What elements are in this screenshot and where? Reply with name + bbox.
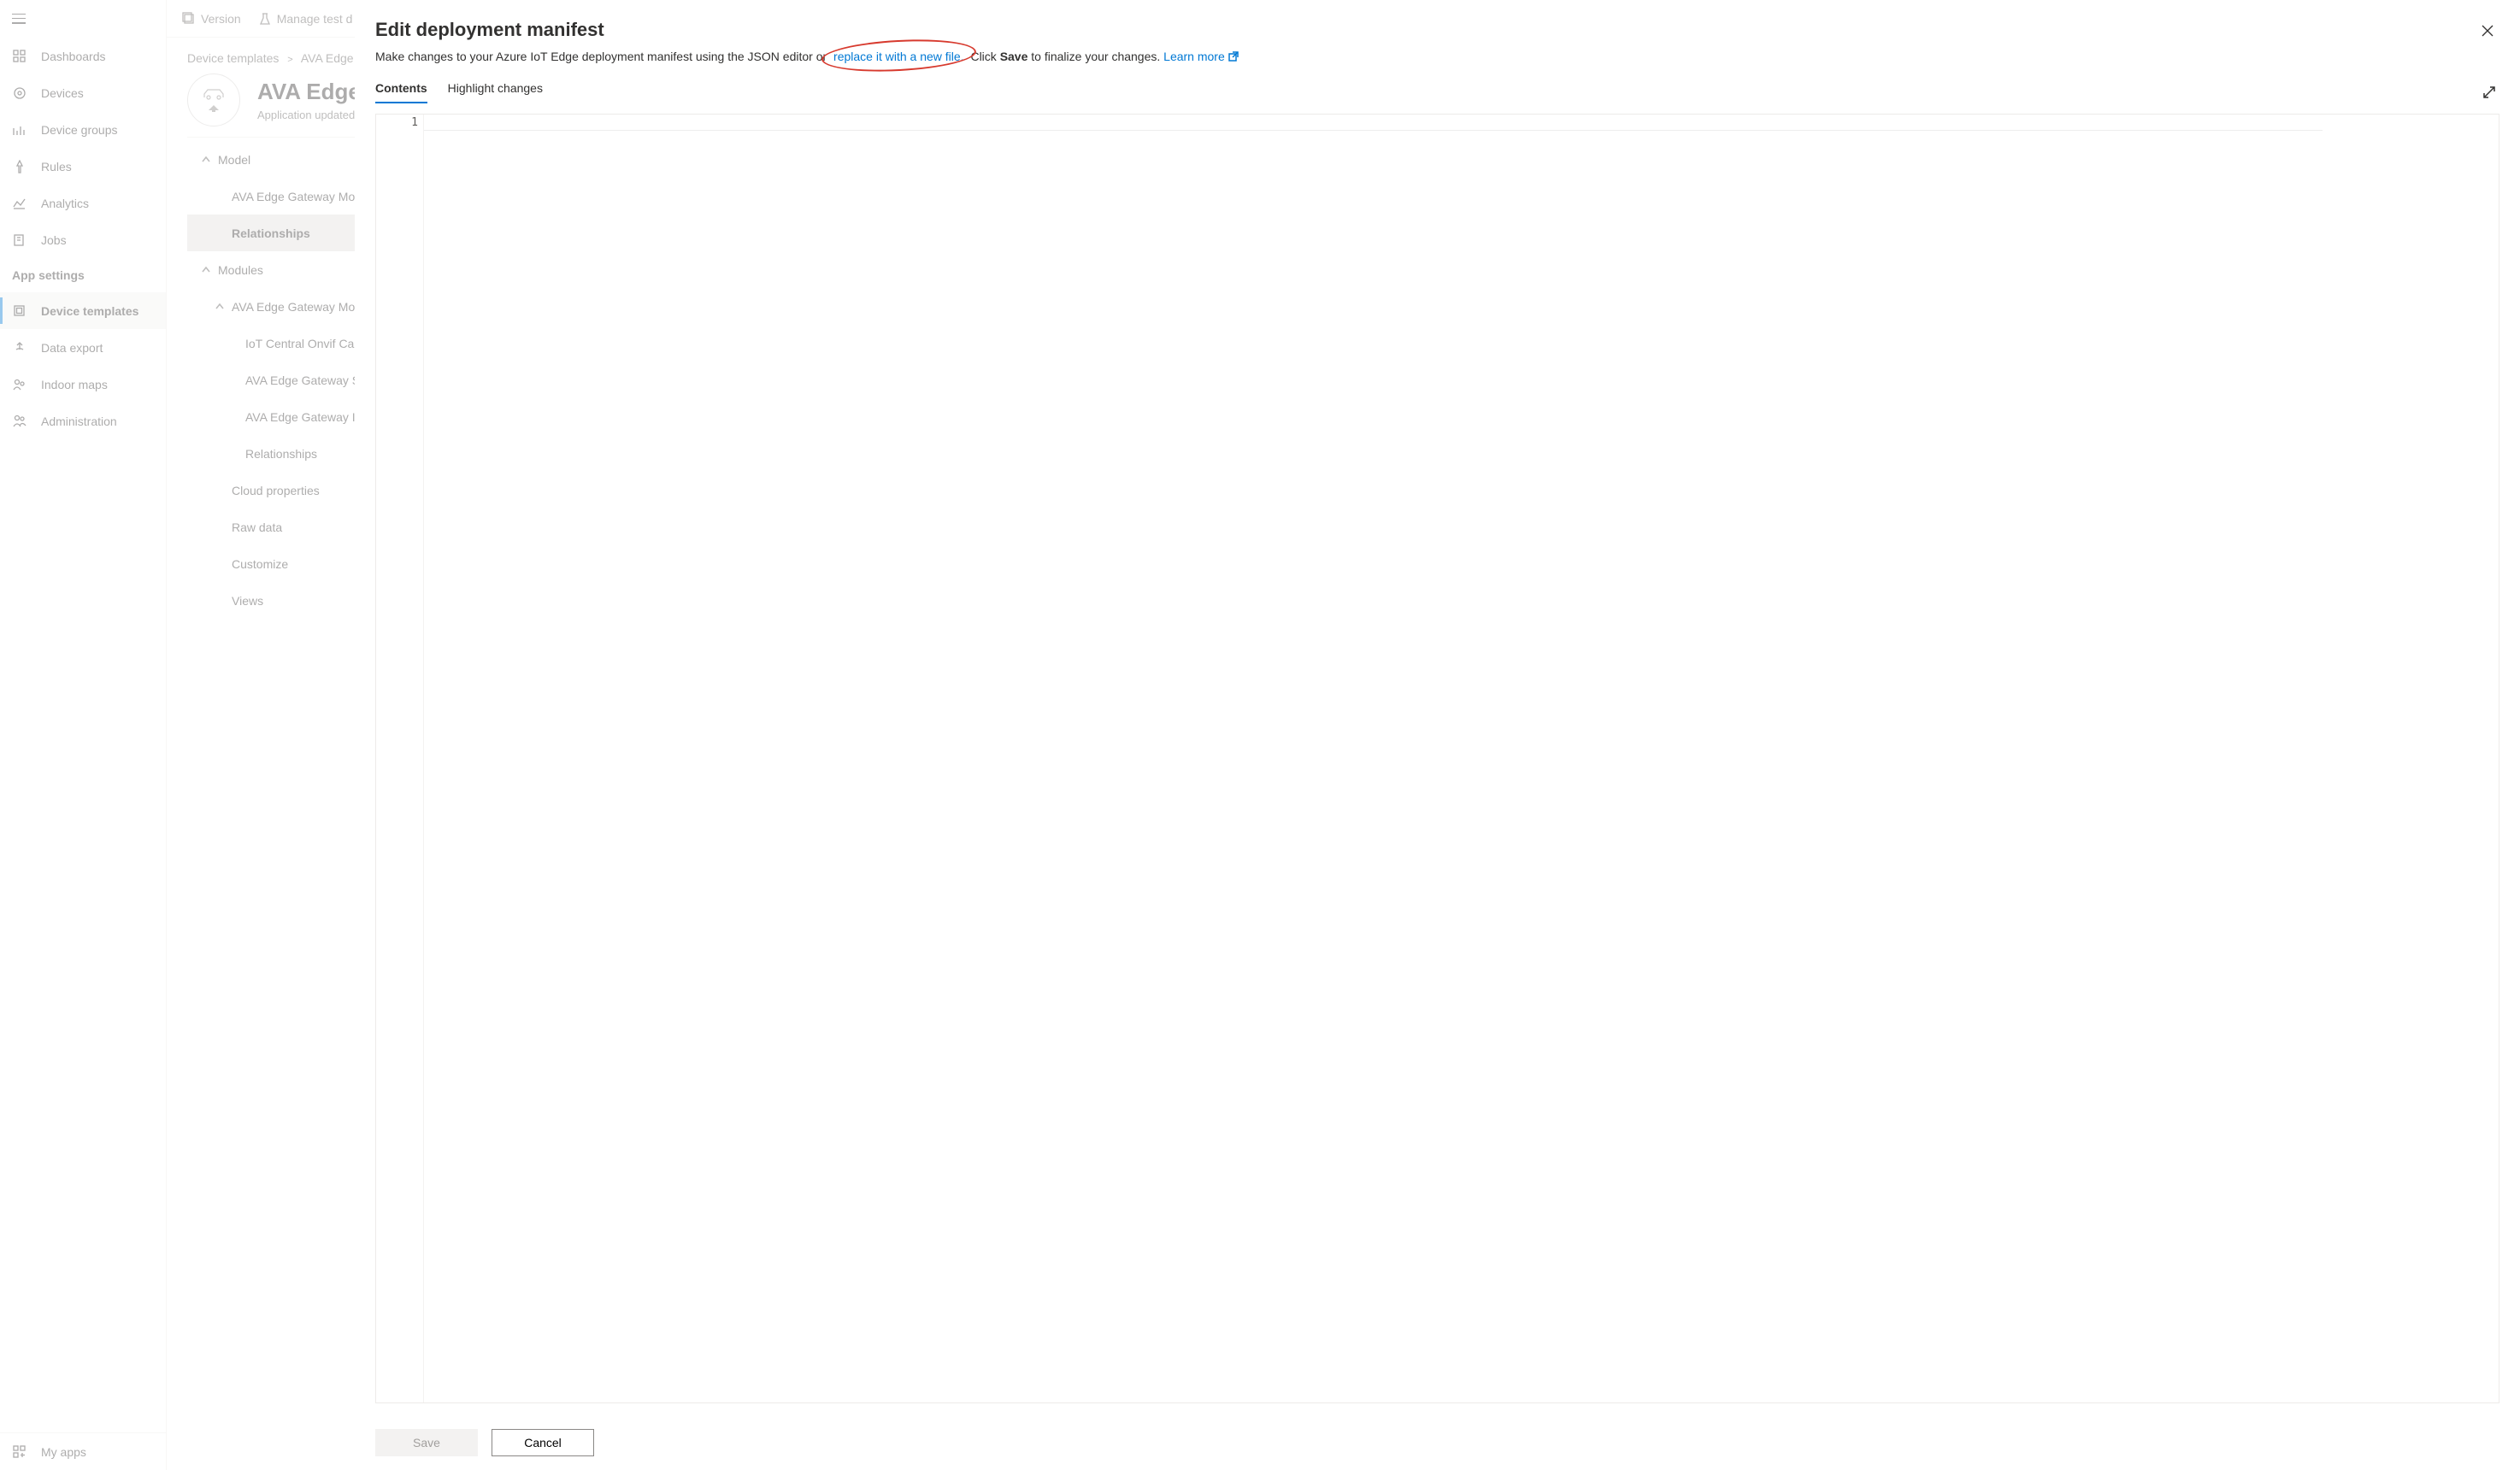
- replace-file-link[interactable]: replace it with a new file.: [830, 49, 968, 64]
- json-editor[interactable]: 1: [375, 114, 2499, 1403]
- editor-content[interactable]: [424, 115, 2499, 1402]
- save-button: Save: [375, 1429, 478, 1456]
- external-link-icon: [1228, 49, 1239, 59]
- expand-icon: [2482, 85, 2496, 99]
- tab-highlight-changes[interactable]: Highlight changes: [448, 81, 543, 103]
- cancel-label: Cancel: [524, 1436, 562, 1449]
- panel-desc-strong: Save: [1000, 50, 1028, 63]
- panel-desc-mid: Click: [968, 50, 1000, 63]
- tab-contents[interactable]: Contents: [375, 81, 427, 103]
- expand-editor-button[interactable]: [2479, 82, 2499, 103]
- editor-line-number: 1: [376, 115, 424, 1402]
- close-icon: [2482, 25, 2494, 37]
- panel-desc-pretext: Make changes to your Azure IoT Edge depl…: [375, 50, 830, 63]
- save-label: Save: [413, 1436, 440, 1449]
- panel-description: Make changes to your Azure IoT Edge depl…: [375, 48, 2499, 66]
- panel-title: Edit deployment manifest: [375, 19, 604, 41]
- tab-highlight-label: Highlight changes: [448, 81, 543, 95]
- learn-more-label: Learn more: [1163, 50, 1225, 63]
- edit-manifest-panel: Edit deployment manifest Make changes to…: [355, 0, 2520, 1470]
- close-button[interactable]: [2476, 19, 2499, 43]
- cancel-button[interactable]: Cancel: [492, 1429, 594, 1456]
- tab-contents-label: Contents: [375, 81, 427, 95]
- panel-desc-post: to finalize your changes.: [1027, 50, 1163, 63]
- learn-more-link[interactable]: Learn more: [1163, 50, 1239, 63]
